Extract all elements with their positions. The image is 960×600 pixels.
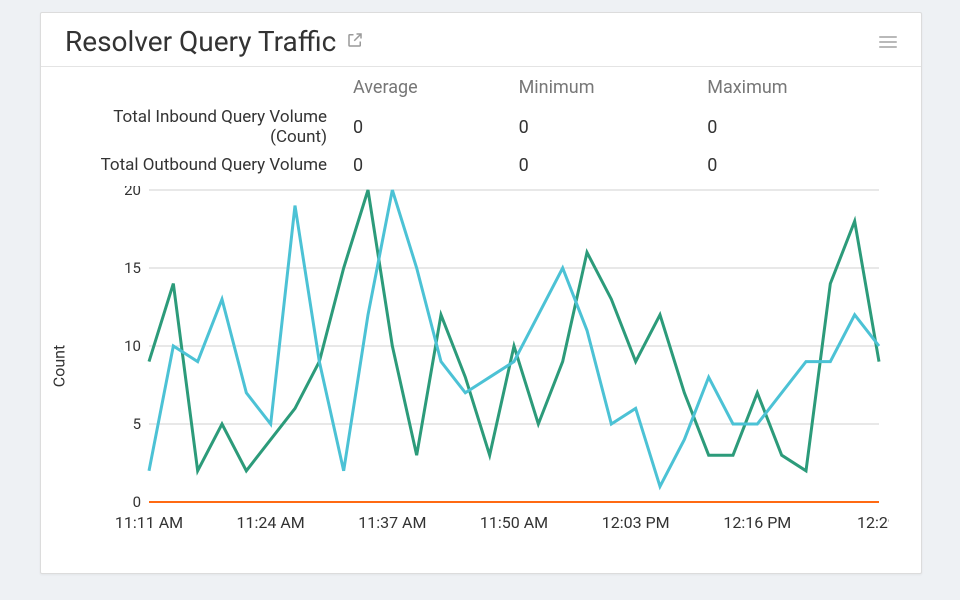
svg-text:12:03 PM: 12:03 PM [602, 513, 670, 532]
svg-text:5: 5 [133, 415, 141, 433]
title-wrap: Resolver Query Traffic [65, 25, 364, 58]
chart-area: Count 0510152011:11 AM11:24 AM11:37 AM11… [65, 186, 897, 546]
cell-value: 0 [511, 104, 700, 151]
svg-text:12:29.: 12:29. [857, 513, 889, 532]
col-average: Average [345, 71, 511, 104]
hamburger-icon[interactable] [879, 36, 897, 48]
cell-value: 0 [699, 104, 897, 151]
svg-text:12:16 PM: 12:16 PM [723, 513, 791, 532]
y-axis-label: Count [50, 345, 69, 387]
stats-table: Average Minimum Maximum Total Inbound Qu… [41, 67, 921, 180]
col-maximum: Maximum [699, 71, 897, 104]
row-label: Total Inbound Query Volume (Count) [65, 104, 345, 151]
line-chart: 0 5 10 15 20 11:11 AM 11:24 AM 11:37 AM 11:50 AM… [109, 186, 889, 536]
series-inbound [149, 190, 879, 471]
table-row: Total Outbound Query Volume 0 0 0 [65, 151, 897, 180]
row-label: Total Outbound Query Volume [65, 151, 345, 180]
svg-text:0: 0 [133, 493, 141, 511]
svg-text:20: 20 [124, 186, 141, 199]
svg-text:10: 10 [124, 337, 141, 355]
card-title: Resolver Query Traffic [65, 25, 336, 58]
svg-text:11:11 AM: 11:11 AM [115, 513, 183, 532]
external-link-icon[interactable] [346, 31, 364, 53]
svg-text:11:24 AM: 11:24 AM [237, 513, 305, 532]
cell-value: 0 [699, 151, 897, 180]
col-minimum: Minimum [511, 71, 700, 104]
series-outbound [149, 190, 879, 486]
cell-value: 0 [345, 151, 511, 180]
cell-value: 0 [511, 151, 700, 180]
svg-text:11:50 AM: 11:50 AM [480, 513, 548, 532]
card-header: Resolver Query Traffic [41, 13, 921, 67]
resolver-query-traffic-card: Resolver Query Traffic Average Minimum M… [40, 12, 922, 574]
svg-text:11:37 AM: 11:37 AM [358, 513, 426, 532]
svg-text:15: 15 [124, 259, 141, 277]
cell-value: 0 [345, 104, 511, 151]
table-row: Total Inbound Query Volume (Count) 0 0 0 [65, 104, 897, 151]
